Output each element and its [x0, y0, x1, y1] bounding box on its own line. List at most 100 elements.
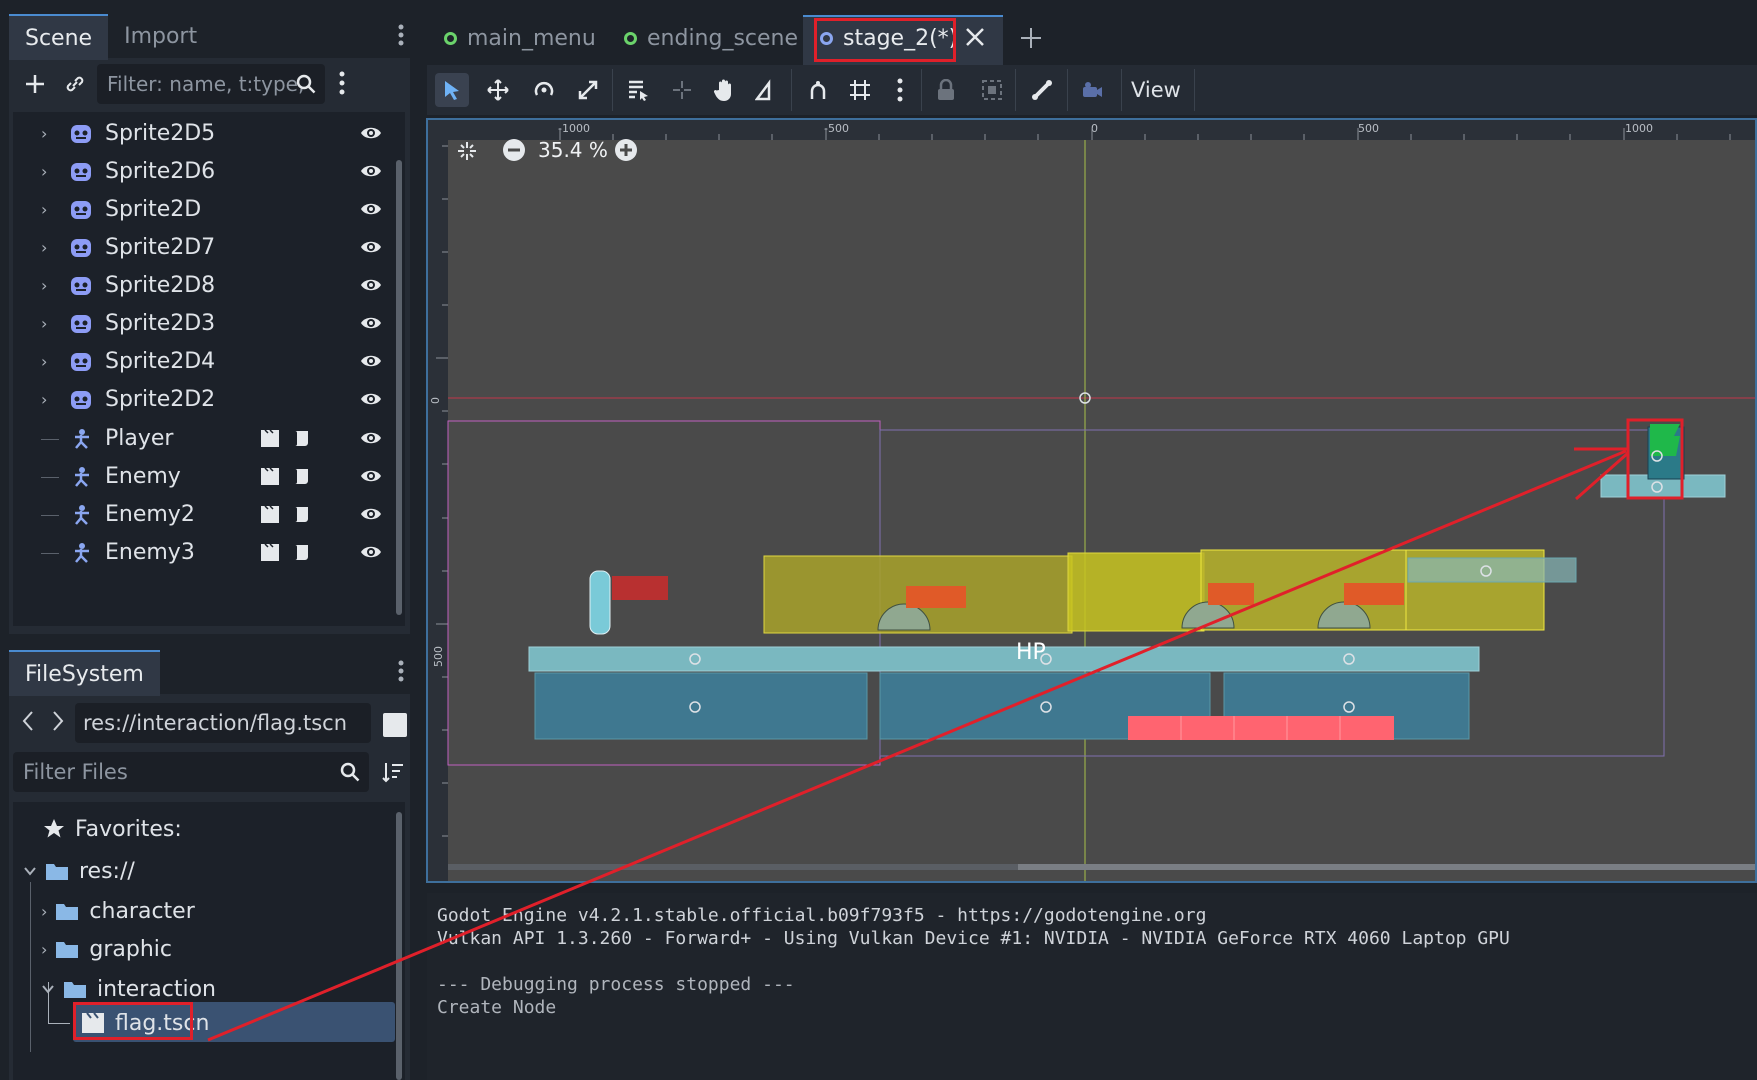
visibility-eye-icon[interactable]	[359, 235, 383, 259]
sort-icon[interactable]	[381, 760, 405, 784]
visibility-eye-icon[interactable]	[359, 311, 383, 335]
visibility-eye-icon[interactable]	[359, 197, 383, 221]
close-tab-icon[interactable]	[964, 26, 986, 48]
add-node-icon[interactable]	[21, 70, 49, 98]
folder-item[interactable]: › graphic	[13, 928, 393, 970]
script-icon[interactable]	[291, 503, 313, 525]
pan-tool-icon[interactable]	[707, 73, 741, 107]
lock-icon[interactable]	[929, 73, 963, 107]
visibility-eye-icon[interactable]	[359, 540, 383, 564]
expand-arrow-icon[interactable]: ›	[41, 352, 59, 371]
expand-arrow-icon[interactable]: ›	[41, 902, 47, 921]
highlight-box-tab	[814, 18, 956, 62]
tree-node[interactable]: › Sprite2D3	[13, 302, 393, 345]
visibility-eye-icon[interactable]	[359, 502, 383, 526]
expand-arrow-icon[interactable]: ›	[41, 124, 59, 143]
log-line: Create Node	[437, 997, 557, 1018]
list-select-icon[interactable]	[621, 73, 655, 107]
dock-menu-icon[interactable]	[398, 24, 404, 46]
view-menu-button[interactable]: View	[1131, 65, 1181, 115]
favorites-row[interactable]: Favorites:	[13, 808, 393, 850]
tree-node[interactable]: › Sprite2D8	[13, 264, 393, 307]
link-icon[interactable]	[61, 70, 89, 98]
sprite-icon	[69, 160, 93, 184]
toggle-view-icon[interactable]	[383, 713, 407, 737]
select-tool-icon[interactable]	[435, 73, 469, 107]
visibility-eye-icon[interactable]	[359, 426, 383, 450]
tree-node[interactable]: › Sprite2D6	[13, 150, 393, 193]
dock-menu-icon[interactable]	[398, 660, 404, 682]
file-tree-scrollbar[interactable]	[396, 812, 402, 1080]
expand-arrow-icon[interactable]: ›	[41, 162, 59, 181]
scene-saved-icon	[624, 31, 637, 45]
expand-arrow-icon[interactable]: ›	[41, 276, 59, 295]
tree-node[interactable]: › Sprite2D5	[13, 112, 393, 155]
move-tool-icon[interactable]	[481, 73, 515, 107]
scene-tree-scrollbar[interactable]	[396, 160, 402, 615]
tree-node[interactable]: › Sprite2D4	[13, 340, 393, 383]
script-icon[interactable]	[291, 427, 313, 449]
tree-node[interactable]: Enemy2	[13, 493, 393, 536]
pivot-tool-icon[interactable]	[665, 73, 699, 107]
tree-node[interactable]: › Sprite2D	[13, 188, 393, 231]
open-scene-icon[interactable]	[259, 541, 281, 563]
folder-root[interactable]: res://	[13, 850, 393, 892]
node-label: Sprite2D7	[105, 235, 216, 260]
zoom-out-icon[interactable]	[502, 138, 526, 162]
open-scene-icon[interactable]	[259, 465, 281, 487]
snap-options-icon[interactable]	[883, 73, 917, 107]
rotate-tool-icon[interactable]	[527, 73, 561, 107]
scene-filter-input[interactable]: Filter: name, t:type,	[97, 64, 325, 104]
log-line: Godot Engine v4.2.1.stable.official.b09f…	[437, 905, 1207, 926]
folder-label: character	[89, 898, 195, 924]
expand-arrow-icon[interactable]: ›	[41, 940, 47, 959]
tab-import[interactable]: Import	[108, 14, 213, 58]
visibility-eye-icon[interactable]	[359, 387, 383, 411]
back-arrow-icon[interactable]	[21, 710, 35, 732]
tab-scene[interactable]: Scene	[9, 14, 109, 60]
visibility-eye-icon[interactable]	[359, 121, 383, 145]
canvas-viewport[interactable]: -1000 -500 0 500 1000 0 500 35.4 % HP	[426, 118, 1757, 883]
file-filter-input[interactable]: Filter Files	[13, 752, 369, 792]
collapse-arrow-icon[interactable]	[23, 864, 37, 878]
bone-icon[interactable]	[1025, 73, 1059, 107]
visibility-eye-icon[interactable]	[359, 464, 383, 488]
tab-main-menu[interactable]: main_menu	[444, 17, 596, 59]
scale-tool-icon[interactable]	[571, 73, 605, 107]
scene-dock: Scene Import Filter: name, t:type, › Spr…	[9, 14, 410, 634]
expand-arrow-icon[interactable]: ›	[41, 200, 59, 219]
script-icon[interactable]	[291, 465, 313, 487]
tree-node[interactable]: Enemy	[13, 455, 393, 498]
visibility-eye-icon[interactable]	[359, 159, 383, 183]
path-field[interactable]: res://interaction/flag.tscn	[75, 703, 371, 743]
zoom-in-icon[interactable]	[614, 138, 638, 162]
tree-node[interactable]: › Sprite2D2	[13, 378, 393, 421]
tab-filesystem[interactable]: FileSystem	[9, 650, 160, 696]
group-icon[interactable]	[975, 73, 1009, 107]
scene-options-icon[interactable]	[339, 71, 345, 95]
tree-node[interactable]: Player	[13, 417, 393, 460]
smart-snap-icon[interactable]	[801, 73, 835, 107]
forward-arrow-icon[interactable]	[51, 710, 65, 732]
star-icon	[43, 818, 65, 840]
expand-arrow-icon[interactable]: ›	[41, 314, 59, 333]
camera-override-icon[interactable]	[1075, 73, 1109, 107]
expand-arrow-icon[interactable]: ›	[41, 390, 59, 409]
open-scene-icon[interactable]	[259, 427, 281, 449]
add-tab-icon[interactable]	[1020, 27, 1042, 49]
script-icon[interactable]	[291, 541, 313, 563]
visibility-eye-icon[interactable]	[359, 273, 383, 297]
tab-ending-scene[interactable]: ending_scene	[624, 17, 798, 59]
ruler-tool-icon[interactable]	[749, 73, 783, 107]
visibility-eye-icon[interactable]	[359, 349, 383, 373]
zoom-level[interactable]: 35.4 %	[538, 138, 608, 162]
center-view-icon[interactable]	[456, 140, 478, 162]
toolbar-separator	[921, 69, 922, 111]
sprite-icon	[69, 274, 93, 298]
tree-node[interactable]: › Sprite2D7	[13, 226, 393, 269]
grid-snap-icon[interactable]	[843, 73, 877, 107]
tree-node[interactable]: Enemy3	[13, 531, 393, 574]
open-scene-icon[interactable]	[259, 503, 281, 525]
expand-arrow-icon[interactable]: ›	[41, 238, 59, 257]
folder-item[interactable]: › character	[13, 890, 393, 932]
